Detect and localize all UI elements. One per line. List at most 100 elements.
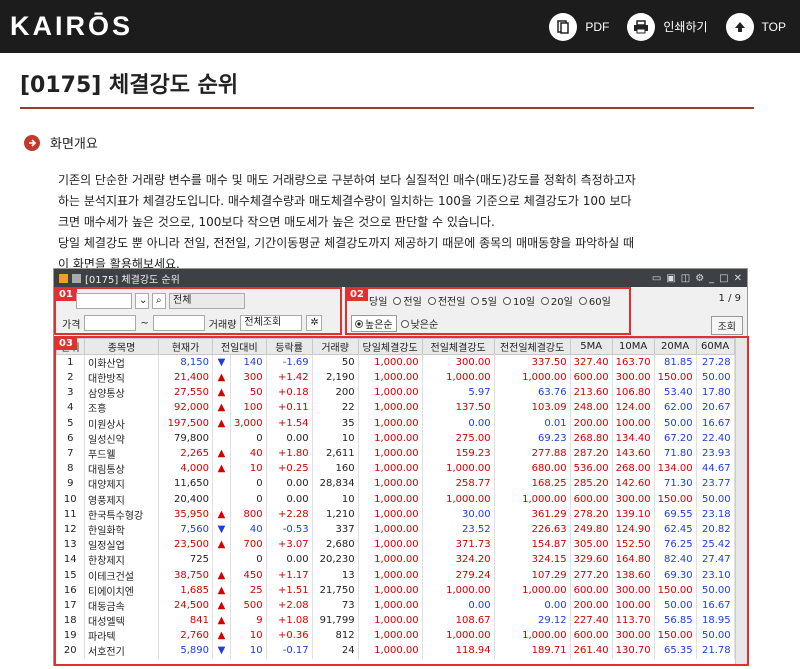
table-cell: 29.12 xyxy=(494,613,571,629)
radio-label: 20일 xyxy=(550,297,573,308)
market-select[interactable] xyxy=(76,293,132,309)
table-cell: 1,000.00 xyxy=(422,628,495,644)
column-header[interactable]: 20MA xyxy=(653,338,697,355)
minimize-icon[interactable]: _ xyxy=(709,273,714,284)
table-cell: 213.60 xyxy=(570,385,613,401)
table-row[interactable]: 11 한국특수형강 35,950 ▲ 800 +2.28 1,210 1,000.00 30.0… xyxy=(56,506,735,522)
table-scrollbar[interactable] xyxy=(735,338,747,664)
table-row[interactable]: 2 대한방직 21,400 ▲ 300 +1.42 2,190 1,000.00 1,000.0… xyxy=(56,370,735,386)
table-row[interactable]: 19 파라텍 2,760 ▲ 10 +0.36 812 1,000.00 1,000.00 1,0… xyxy=(56,628,735,644)
table-cell: 152.50 xyxy=(612,537,655,553)
table-cell: 40 xyxy=(230,521,267,538)
settings-icon[interactable]: ⚙ xyxy=(695,273,704,284)
close-icon[interactable]: ✕ xyxy=(734,273,742,284)
table-cell: 대양제지 xyxy=(84,476,159,492)
table-cell: 28,834 xyxy=(312,476,359,492)
radio-10d[interactable]: 10일 xyxy=(502,293,535,308)
table-cell: 0.00 xyxy=(266,430,313,446)
column-header[interactable]: 현재가 xyxy=(158,338,213,355)
table-cell: 108.67 xyxy=(422,613,495,629)
table-row[interactable]: 12 한일화학 7,560 ▼ 40 -0.53 337 1,000.00 23.52 226.6… xyxy=(56,521,735,538)
table-cell: 536.00 xyxy=(570,461,613,477)
table-cell: 600.00 xyxy=(570,628,613,644)
table-cell: 12 xyxy=(56,521,85,538)
window-titlebar: [0175] 체결강도 순위 ▭ ▣ ◫ ⚙ _ □ ✕ xyxy=(54,269,747,287)
radio-dot xyxy=(502,296,511,305)
description-line: 당일 체결강도 뿐 아니라 전일, 전전일, 기간이동평균 체결강도까지 제공하… xyxy=(58,236,635,250)
table-cell xyxy=(212,476,231,492)
sort-low[interactable]: 낮은순 xyxy=(400,315,438,332)
table-cell: ▲ xyxy=(212,400,231,416)
table-cell: 24,500 xyxy=(158,597,213,613)
radio-prev2[interactable]: 전전일 xyxy=(427,293,465,308)
table-row[interactable]: 9 대양제지 11,650 0 0.00 28,834 1,000.00 258.77 168.… xyxy=(56,476,735,492)
table-row[interactable]: 1 이화산업 8,150 ▼ 140 -1.69 50 1,000.00 300.00 337.5… xyxy=(56,354,735,370)
table-cell: 140 xyxy=(230,354,267,370)
table-row[interactable]: 13 일정실업 23,500 ▲ 700 +3.07 2,680 1,000.00 371.73… xyxy=(56,537,735,553)
search-icon[interactable]: ⌕ xyxy=(152,293,166,309)
query-button[interactable]: 조회 xyxy=(710,316,743,335)
gear-icon[interactable]: ✲ xyxy=(306,315,323,331)
column-header[interactable]: 5MA xyxy=(569,338,613,355)
table-cell: 10 xyxy=(230,461,267,477)
table-cell: +3.07 xyxy=(266,537,313,553)
table-row[interactable]: 20 서호전기 5,890 ▼ 10 -0.17 24 1,000.00 118.94 189.7… xyxy=(56,643,735,659)
table-row[interactable]: 17 대동금속 24,500 ▲ 500 +2.08 73 1,000.00 0.00 0.00 2… xyxy=(56,597,735,613)
table-row[interactable]: 5 미원상사 197,500 ▲ 3,000 +1.54 35 1,000.00 0.00 0.0… xyxy=(56,415,735,431)
pdf-button[interactable]: PDF xyxy=(549,12,609,41)
table-cell: 7,560 xyxy=(158,521,213,538)
table-row[interactable]: 3 삼양통상 27,550 ▲ 50 +0.18 200 1,000.00 5.97 63.76 2… xyxy=(56,385,735,401)
table-row[interactable]: 7 푸드웰 2,265 ▲ 40 +1.80 2,611 1,000.00 159.23 277.… xyxy=(56,445,735,462)
capture-icon[interactable]: ◫ xyxy=(681,273,690,284)
top-button[interactable]: TOP xyxy=(725,12,786,41)
table-cell: 700 xyxy=(230,537,267,553)
price-min-input[interactable] xyxy=(84,315,137,331)
column-header[interactable]: 거래량 xyxy=(311,338,359,355)
sort-high[interactable]: 높은순 xyxy=(351,315,397,332)
table-row[interactable]: 14 한창제지 725 0 0.00 20,230 1,000.00 324.20 324.15… xyxy=(56,552,735,568)
print-button[interactable]: 인쇄하기 xyxy=(627,12,708,41)
column-header[interactable]: 전전일체결강도 xyxy=(493,338,571,355)
table-row[interactable]: 4 조흥 92,000 ▲ 100 +0.11 22 1,000.00 137.50 103.09… xyxy=(56,400,735,416)
radio-prev[interactable]: 전일 xyxy=(393,293,422,308)
column-header[interactable]: 당일체결강도 xyxy=(357,338,423,355)
radio-today[interactable]: 당일 xyxy=(369,293,387,308)
table-row[interactable]: 6 일성신약 79,800 0 0.00 10 1,000.00 275.00 69.23 268… xyxy=(56,430,735,446)
link-icon[interactable]: ▭ xyxy=(652,273,661,284)
table-row[interactable]: 15 이테크건설 38,750 ▲ 450 +1.17 13 1,000.00 279.24 10… xyxy=(56,567,735,583)
save-icon[interactable]: ▣ xyxy=(666,273,675,284)
column-header[interactable]: 10MA xyxy=(611,338,655,355)
table-cell: 1,000.00 xyxy=(422,491,495,507)
radio-20d[interactable]: 20일 xyxy=(540,293,573,308)
table-cell: 200.00 xyxy=(570,597,613,613)
table-row[interactable]: 10 영풍제지 20,400 0 0.00 10 1,000.00 1,000.00 1,000… xyxy=(56,491,735,507)
column-header[interactable]: 전일대비 xyxy=(212,338,267,355)
radio-60d[interactable]: 60일 xyxy=(578,293,611,308)
table-cell: -1.69 xyxy=(266,354,313,370)
radio-5d[interactable]: 5일 xyxy=(471,293,497,308)
radio-dot xyxy=(578,296,587,305)
table-row[interactable]: 18 대성엘텍 841 ▲ 9 +1.08 91,799 1,000.00 108.67 29.1… xyxy=(56,613,735,629)
screen-window: [0175] 체결강도 순위 ▭ ▣ ◫ ⚙ _ □ ✕ 01 ⌄ ⌕ 전체 가… xyxy=(53,268,749,666)
table-cell: ▲ xyxy=(212,385,231,401)
volume-select[interactable]: 전체조회 xyxy=(240,315,303,331)
column-header[interactable]: 전일체결강도 xyxy=(421,338,495,355)
table-cell: 24 xyxy=(312,643,359,659)
help-icon[interactable] xyxy=(72,273,81,283)
table-cell: ▲ xyxy=(212,613,231,629)
column-header[interactable]: 등락률 xyxy=(265,338,313,355)
table-cell: 65.35 xyxy=(654,643,697,659)
section-title: 화면개요 xyxy=(50,137,98,152)
table-cell: 27.47 xyxy=(696,552,735,568)
column-header[interactable]: 60MA xyxy=(695,338,735,355)
chevron-down-icon[interactable]: ⌄ xyxy=(135,293,149,309)
table-cell: 11 xyxy=(56,506,85,522)
table-row[interactable]: 8 대림통상 4,000 ▲ 10 +0.25 160 1,000.00 1,000.00 680… xyxy=(56,461,735,477)
market-field[interactable]: 전체 xyxy=(169,293,245,309)
table-row[interactable]: 16 티에이치엔 1,685 ▲ 25 +1.51 21,750 1,000.00 1,000.… xyxy=(56,582,735,598)
table-cell: 1 xyxy=(56,354,85,370)
maximize-icon[interactable]: □ xyxy=(719,273,728,284)
price-max-input[interactable] xyxy=(152,315,205,331)
column-header[interactable]: 종목명 xyxy=(84,338,159,355)
table-cell: 249.80 xyxy=(570,521,613,538)
